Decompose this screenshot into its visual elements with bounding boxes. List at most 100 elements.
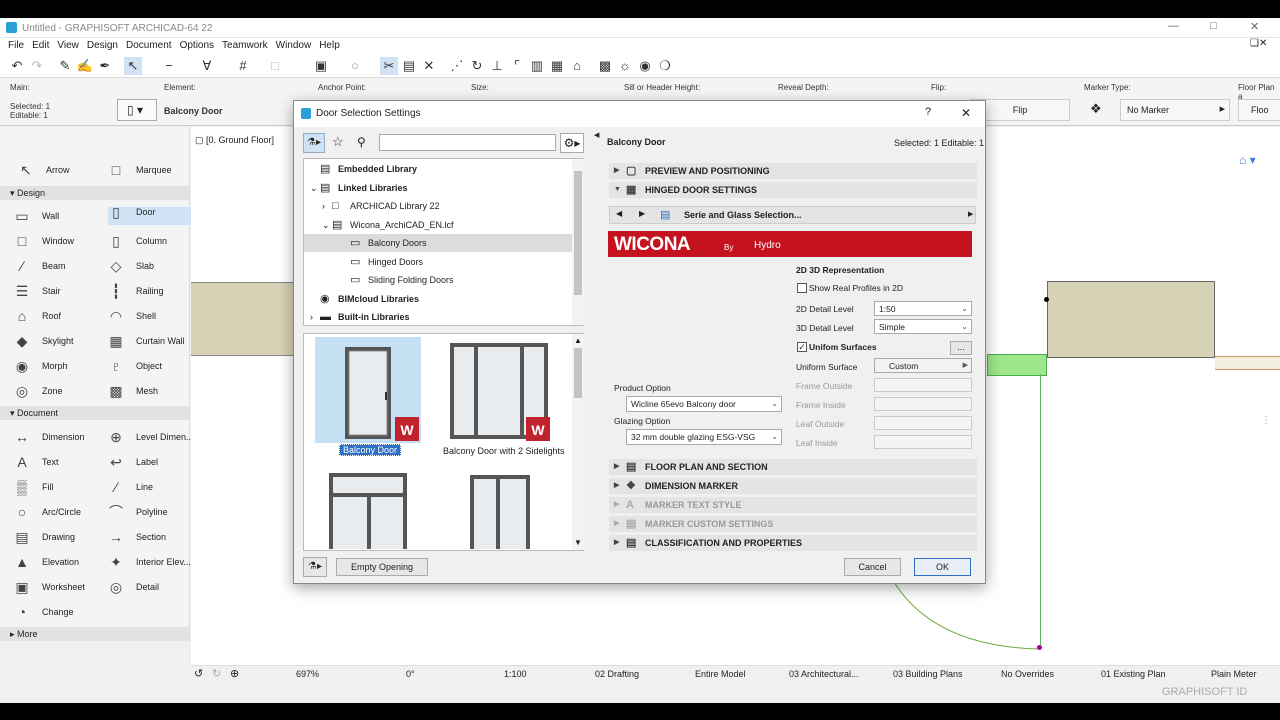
menu-view[interactable]: View bbox=[57, 40, 79, 51]
adjust-icon[interactable]: ↻ bbox=[468, 57, 486, 75]
tree-item-wicona-archicad-en-lcf[interactable]: ⌄ ▤ Wicona_ArchiCAD_EN.lcf bbox=[304, 216, 572, 234]
tree-item-built-in-libraries[interactable]: › ▬ Built-in Libraries bbox=[304, 308, 572, 326]
explore-icon[interactable]: ◉ bbox=[636, 57, 654, 75]
splitter-handle[interactable]: ◀ bbox=[594, 131, 599, 139]
section-marker-custom[interactable]: ▶ ▤ MARKER CUSTOM SETTINGS bbox=[609, 516, 977, 532]
resize-icon[interactable]: ▦ bbox=[548, 57, 566, 75]
ok-button[interactable]: OK bbox=[914, 558, 971, 576]
menu-window[interactable]: Window bbox=[276, 40, 312, 51]
thumbs-scrollbar[interactable]: ▲ ▼ bbox=[572, 334, 584, 550]
intersect-icon[interactable]: ⊥ bbox=[488, 57, 506, 75]
tree-item-embedded-library[interactable]: ▤ Embedded Library bbox=[304, 160, 572, 178]
pick-up-icon[interactable]: ✎ bbox=[56, 57, 74, 75]
selected-door-frame[interactable] bbox=[987, 354, 1047, 376]
split-icon[interactable]: ⋰ bbox=[448, 57, 466, 75]
favorites-star-icon[interactable]: ☆ bbox=[332, 134, 344, 150]
menu-design[interactable]: Design bbox=[87, 40, 118, 51]
scroll-down-arrow[interactable]: ▼ bbox=[574, 538, 582, 547]
thumb-balcony-door-2-sidelights-label[interactable]: Balcony Door with 2 Sidelights bbox=[443, 446, 565, 456]
cube-icon[interactable]: ❍ bbox=[656, 57, 674, 75]
close-window-button[interactable]: ✕ bbox=[1250, 20, 1259, 33]
hotspot-b[interactable] bbox=[1037, 645, 1042, 650]
wall-left[interactable] bbox=[191, 282, 294, 356]
scroll-up-arrow[interactable]: ▲ bbox=[574, 336, 582, 345]
eyedropper-icon[interactable]: ✒ bbox=[96, 57, 114, 75]
tree-item-hinged-doors[interactable]: ▭ Hinged Doors bbox=[304, 253, 572, 271]
layer-combo[interactable]: 02 Drafting bbox=[595, 669, 639, 679]
tree-scrollbar[interactable] bbox=[572, 159, 584, 325]
render-icon[interactable]: ☼ bbox=[616, 57, 634, 75]
navigator-icon[interactable]: ⌂ ▾ bbox=[1239, 153, 1256, 167]
serie-glass-selection[interactable]: Serie and Glass Selection... bbox=[684, 210, 802, 220]
layer-icon[interactable]: ▣ bbox=[312, 57, 330, 75]
more-section-header[interactable]: ▸ More bbox=[0, 627, 190, 641]
uniform-surface-select[interactable]: Custom ▶ bbox=[874, 358, 972, 373]
product-option-select[interactable]: Wicline 65evo Balcony door ⌄ bbox=[626, 396, 782, 412]
angle-value[interactable]: 0° bbox=[406, 669, 415, 679]
merge-icon[interactable]: ▤ bbox=[400, 57, 418, 75]
scale-value[interactable]: 1:100 bbox=[504, 669, 527, 679]
tree-item-linked-libraries[interactable]: ⌄ ▤ Linked Libraries bbox=[304, 179, 572, 197]
tree-item-bimcloud-libraries[interactable]: ◉ BIMcloud Libraries bbox=[304, 290, 572, 308]
serie-arrow-icon[interactable]: ▶ bbox=[968, 210, 973, 218]
snap-icon[interactable]: ∀ bbox=[198, 57, 216, 75]
marker-select[interactable]: No Marker ▶ bbox=[1120, 99, 1230, 121]
view-tab[interactable]: ▢ [0. Ground Floor] bbox=[195, 135, 274, 146]
maximize-button[interactable]: □ bbox=[1210, 20, 1217, 32]
next-page-button[interactable]: ▶ bbox=[639, 209, 645, 218]
menu-help[interactable]: Help bbox=[319, 40, 340, 51]
help-button[interactable]: ? bbox=[925, 106, 931, 118]
tree-item-sliding-folding-doors[interactable]: ▭ Sliding Folding Doors bbox=[304, 271, 572, 289]
menu-edit[interactable]: Edit bbox=[32, 40, 49, 51]
unifom-surfaces-checkbox[interactable]: ✓ bbox=[797, 342, 807, 352]
tree-arrow-icon[interactable]: ⌄ bbox=[310, 179, 318, 197]
overrides-combo[interactable]: No Overrides bbox=[1001, 669, 1054, 679]
inject-icon[interactable]: ✍ bbox=[76, 57, 94, 75]
tree-arrow-icon[interactable]: › bbox=[322, 197, 325, 215]
show-real-profiles-checkbox[interactable] bbox=[797, 283, 807, 293]
menu-teamwork[interactable]: Teamwork bbox=[222, 40, 268, 51]
suspend-groups-icon[interactable]: □ bbox=[266, 57, 284, 75]
hotspot-a[interactable] bbox=[1044, 297, 1049, 302]
empty-opening-button[interactable]: Empty Opening bbox=[336, 558, 428, 576]
3d-window-icon[interactable]: ▩ bbox=[596, 57, 614, 75]
tree-arrow-icon[interactable]: › bbox=[310, 308, 313, 326]
prev-page-button[interactable]: ◀ bbox=[616, 209, 622, 218]
arrow-tool-icon[interactable]: ↖ bbox=[124, 57, 142, 75]
undo-icon[interactable]: ↶ bbox=[8, 57, 26, 75]
zoom-redo-icon[interactable]: ↻ bbox=[212, 667, 221, 680]
trim-icon[interactable]: ✂ bbox=[380, 57, 398, 75]
redo-icon[interactable]: ↷ bbox=[28, 57, 46, 75]
guide-line-icon[interactable]: − bbox=[160, 57, 178, 75]
roof-trim-icon[interactable]: ⌂ bbox=[568, 57, 586, 75]
thumb-balcony-door-2-sidelights[interactable]: W bbox=[446, 337, 552, 443]
tree-arrow-icon[interactable]: ⌄ bbox=[322, 216, 330, 234]
surfaces-more-button[interactable]: ... bbox=[950, 341, 972, 355]
library-view-button[interactable]: ⚗▸ bbox=[303, 133, 325, 153]
page-list-icon[interactable]: ▤ bbox=[660, 208, 670, 221]
design-section-header[interactable]: ▾ Design bbox=[0, 186, 190, 200]
renovation-combo[interactable]: 01 Existing Plan bbox=[1101, 669, 1166, 679]
tree-scroll-thumb[interactable] bbox=[574, 171, 582, 295]
grid-icon[interactable]: # bbox=[234, 57, 252, 75]
floorplan-select[interactable]: Floo bbox=[1238, 99, 1280, 121]
search-icon[interactable]: ⚲ bbox=[357, 135, 366, 149]
minimize-button[interactable]: — bbox=[1168, 20, 1179, 32]
door-settings-button[interactable]: ▯ ▾ bbox=[117, 99, 157, 121]
detail-3d-select[interactable]: Simple ⌄ bbox=[874, 319, 972, 334]
plans-combo[interactable]: 03 Building Plans bbox=[893, 669, 963, 679]
tree-item-balcony-doors[interactable]: ▭ Balcony Doors bbox=[304, 234, 572, 252]
zoom-value[interactable]: 697% bbox=[296, 669, 319, 679]
zoom-in-icon[interactable]: ⊕ bbox=[230, 667, 239, 680]
tool-door[interactable]: ▯ Door bbox=[108, 204, 194, 225]
glazing-option-select[interactable]: 32 mm double glazing ESG-VSG ⌄ bbox=[626, 429, 782, 445]
restore-menu-icon[interactable]: ❏✕ bbox=[1250, 38, 1267, 49]
offset-icon[interactable]: ▥ bbox=[528, 57, 546, 75]
menu-file[interactable]: File bbox=[8, 40, 24, 51]
section-hinged-door-settings[interactable]: ▼ ▦ HINGED DOOR SETTINGS bbox=[609, 182, 977, 198]
thumb-balcony-door[interactable]: W bbox=[315, 337, 421, 443]
model-combo[interactable]: Entire Model bbox=[695, 669, 746, 679]
document-section-header[interactable]: ▾ Document bbox=[0, 406, 190, 420]
cancel-button[interactable]: Cancel bbox=[844, 558, 901, 576]
detail-2d-select[interactable]: 1:50 ⌄ bbox=[874, 301, 972, 316]
